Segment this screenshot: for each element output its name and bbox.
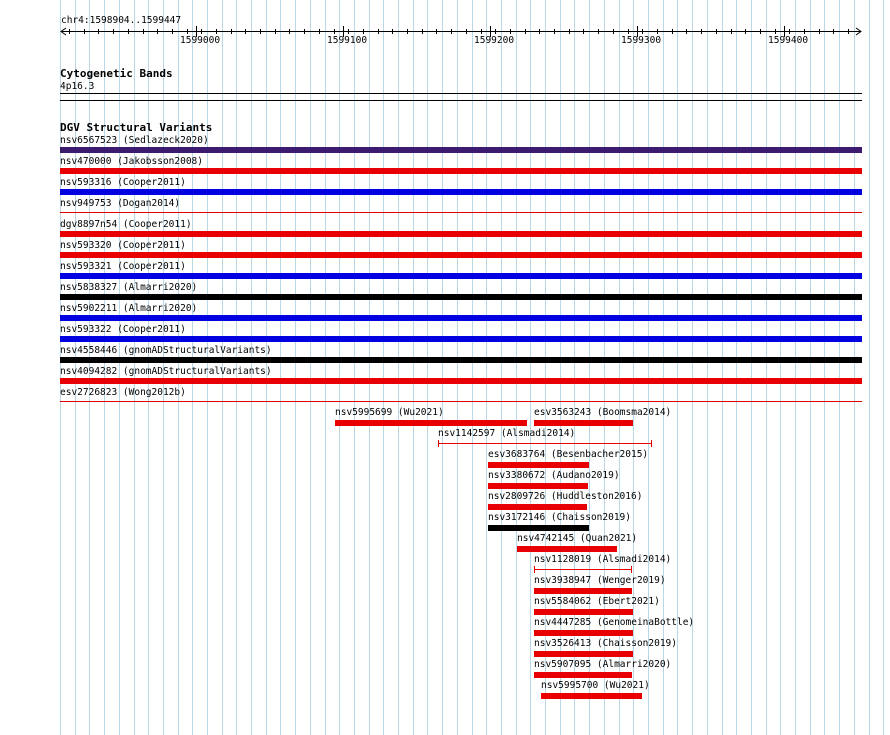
variant-label[interactable]: nsv1142597 (Alsmadi2014) xyxy=(438,428,575,439)
variant-bar[interactable] xyxy=(541,693,642,699)
coordinate-ruler[interactable] xyxy=(0,22,890,72)
variant-bar[interactable] xyxy=(60,273,862,279)
variant-label[interactable]: nsv5902211 (Almarri2020) xyxy=(60,303,197,314)
variant-bar[interactable] xyxy=(534,672,632,678)
variant-label[interactable]: nsv3938947 (Wenger2019) xyxy=(534,575,666,586)
variant-line[interactable] xyxy=(60,401,862,402)
cytoband-line xyxy=(60,93,862,94)
variant-label[interactable]: nsv1128019 (Alsmadi2014) xyxy=(534,554,671,565)
variant-label[interactable]: nsv470000 (Jakobsson2008) xyxy=(60,156,203,167)
variant-label[interactable]: nsv593322 (Cooper2011) xyxy=(60,324,186,335)
variant-bar[interactable] xyxy=(488,483,588,489)
ruler-tick-label: 1599100 xyxy=(327,35,368,46)
variant-label[interactable]: nsv2809726 (Huddleston2016) xyxy=(488,491,642,502)
ruler-tick-label: 1599200 xyxy=(474,35,515,46)
variant-whisker-end xyxy=(438,440,439,447)
variant-bar[interactable] xyxy=(335,420,527,426)
variant-label[interactable]: nsv4742145 (Quan2021) xyxy=(517,533,637,544)
variant-label[interactable]: esv3683764 (Besenbacher2015) xyxy=(488,449,648,460)
variant-bar[interactable] xyxy=(517,546,617,552)
variant-label[interactable]: esv3563243 (Boomsma2014) xyxy=(534,407,671,418)
track-divider xyxy=(60,100,862,101)
variant-bar[interactable] xyxy=(60,357,862,363)
variant-bar[interactable] xyxy=(488,504,587,510)
variant-bar[interactable] xyxy=(534,609,633,615)
variant-whisker-end xyxy=(631,566,632,573)
variant-whisker[interactable] xyxy=(438,443,652,444)
variant-label[interactable]: nsv4447285 (GenomeinaBottle) xyxy=(534,617,694,628)
variant-label[interactable]: nsv3172146 (Chaisson2019) xyxy=(488,512,631,523)
variant-label[interactable]: dgv8897n54 (Cooper2011) xyxy=(60,219,192,230)
variant-bar[interactable] xyxy=(60,168,862,174)
variant-label[interactable]: nsv5995700 (Wu2021) xyxy=(541,680,650,691)
variant-bar[interactable] xyxy=(60,336,862,342)
variant-label[interactable]: nsv5838327 (Almarri2020) xyxy=(60,282,197,293)
variant-label[interactable]: nsv5907095 (Almarri2020) xyxy=(534,659,671,670)
variant-bar[interactable] xyxy=(60,315,862,321)
variant-label[interactable]: nsv3526413 (Chaisson2019) xyxy=(534,638,677,649)
variant-bar[interactable] xyxy=(60,147,862,153)
variant-label[interactable]: nsv949753 (Dogan2014) xyxy=(60,198,180,209)
variant-whisker[interactable] xyxy=(534,569,632,570)
variant-bar[interactable] xyxy=(534,588,632,594)
variant-label[interactable]: esv2726823 (Wong2012b) xyxy=(60,387,186,398)
variant-bar[interactable] xyxy=(60,189,862,195)
ruler-tick-label: 1599000 xyxy=(180,35,221,46)
variant-label[interactable]: nsv4558446 (gnomADStructuralVariants) xyxy=(60,345,272,356)
variant-whisker-end xyxy=(534,566,535,573)
cytoband-track-title: Cytogenetic Bands xyxy=(60,67,173,80)
variant-label[interactable]: nsv4094282 (gnomADStructuralVariants) xyxy=(60,366,272,377)
variant-bar[interactable] xyxy=(534,651,633,657)
variant-label[interactable]: nsv5584062 (Ebert2021) xyxy=(534,596,660,607)
variant-bar[interactable] xyxy=(488,525,589,531)
variant-label[interactable]: nsv593316 (Cooper2011) xyxy=(60,177,186,188)
dgv-track-title: DGV Structural Variants xyxy=(60,121,213,134)
variant-bar[interactable] xyxy=(534,420,633,426)
variant-bar[interactable] xyxy=(60,378,862,384)
variant-label[interactable]: nsv593320 (Cooper2011) xyxy=(60,240,186,251)
variant-bar[interactable] xyxy=(488,462,589,468)
cytoband-label[interactable]: 4p16.3 xyxy=(60,81,94,92)
variant-bar[interactable] xyxy=(60,231,862,237)
ruler-tick-label: 1599300 xyxy=(621,35,662,46)
ruler-tick-label: 1599400 xyxy=(768,35,809,46)
variant-bar[interactable] xyxy=(60,294,862,300)
genome-browser-view: chr4:1598904..1599447 1599000 1599100 15… xyxy=(0,0,890,735)
variant-label[interactable]: nsv6567523 (Sedlazeck2020) xyxy=(60,135,209,146)
variant-bar[interactable] xyxy=(534,630,633,636)
variant-line[interactable] xyxy=(60,212,862,213)
variant-bar[interactable] xyxy=(60,252,862,258)
variant-whisker-end xyxy=(651,440,652,447)
variant-label[interactable]: nsv3380672 (Audano2019) xyxy=(488,470,620,481)
variant-label[interactable]: nsv593321 (Cooper2011) xyxy=(60,261,186,272)
variant-label[interactable]: nsv5995699 (Wu2021) xyxy=(335,407,444,418)
